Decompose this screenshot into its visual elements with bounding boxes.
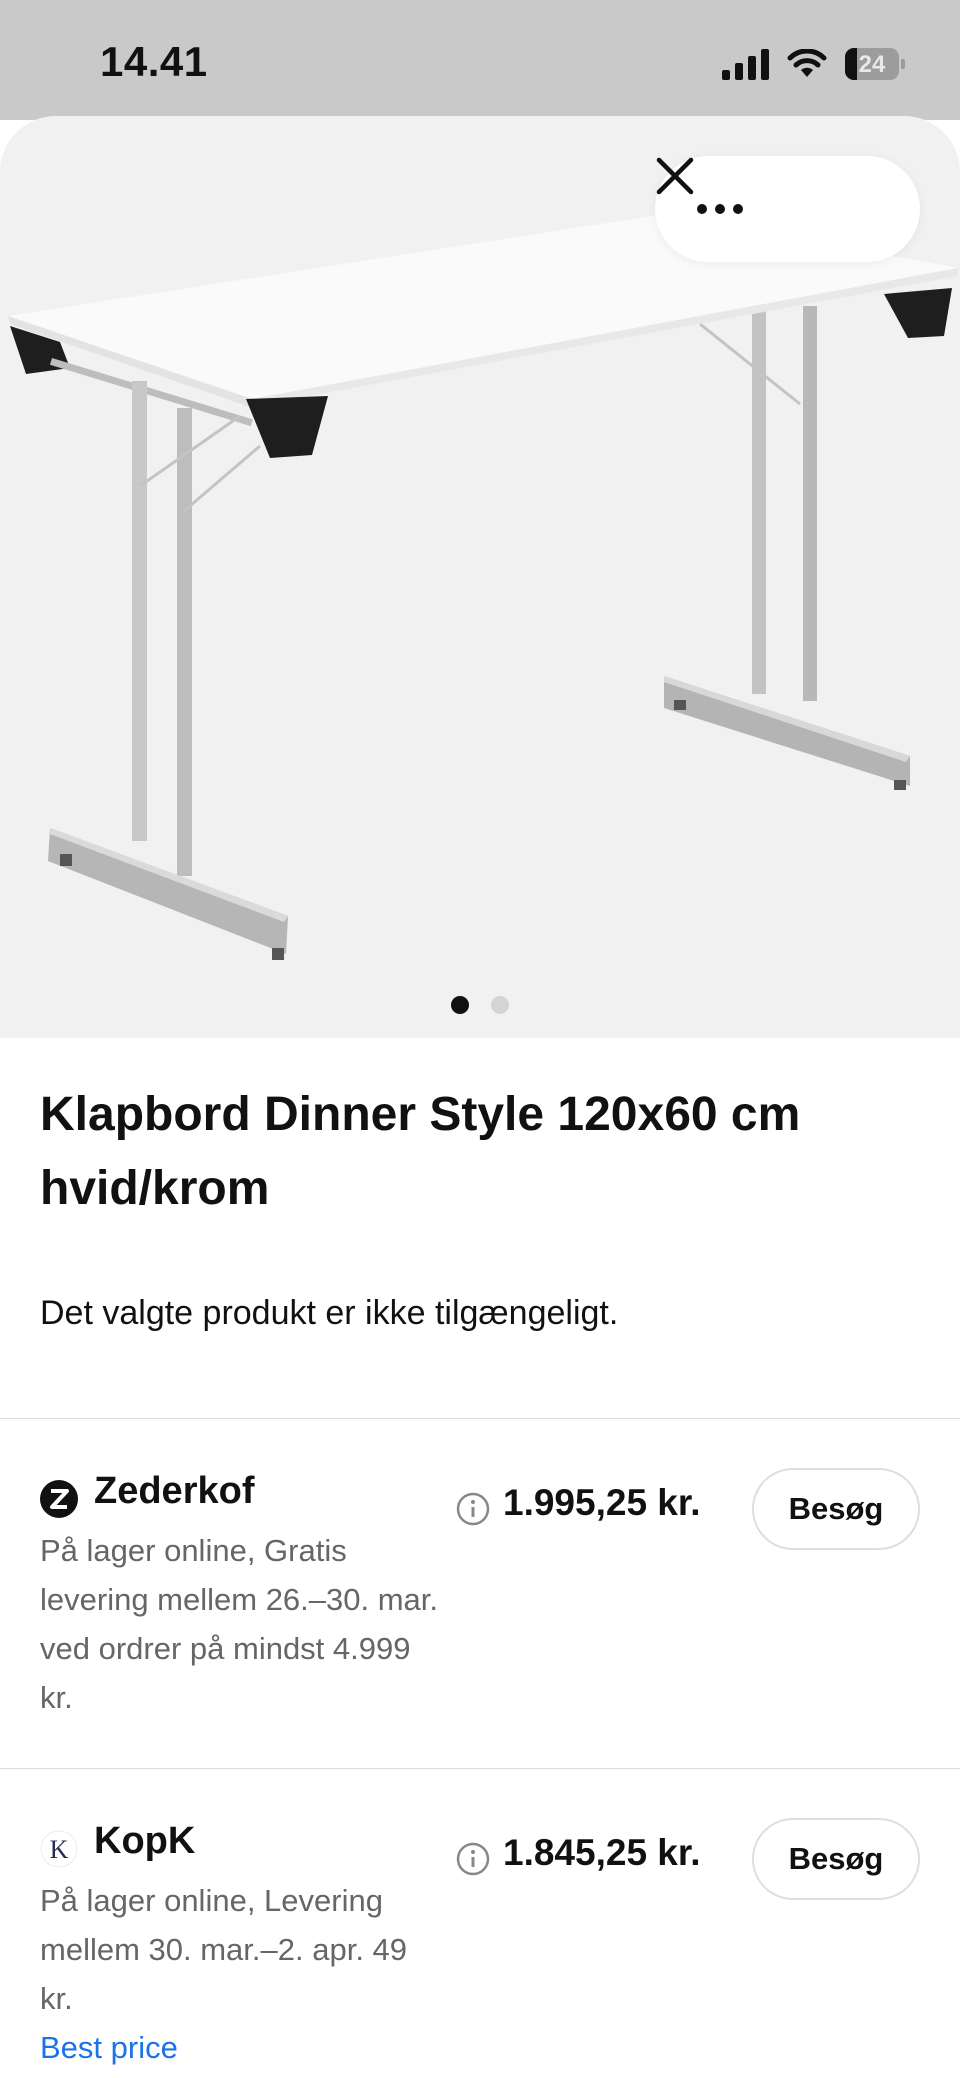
more-dot: [733, 204, 743, 214]
svg-text:K: K: [50, 1835, 69, 1864]
status-icons: 24: [722, 44, 905, 84]
info-icon[interactable]: [456, 1842, 490, 1876]
wifi-icon: [787, 49, 827, 77]
offer-row: Zederkof På lager online, Gratis leverin…: [0, 1468, 960, 1715]
store-logo-zederkof: [40, 1480, 78, 1518]
availability-notice: Det valgte produkt er ikke tilgængeligt.: [40, 1294, 619, 1332]
close-button[interactable]: [656, 156, 915, 262]
product-title: Klapbord Dinner Style 120x60 cm hvid/kro…: [40, 1088, 801, 1215]
image-actions-pill: [655, 156, 920, 262]
more-dot: [697, 204, 707, 214]
close-icon: [656, 157, 694, 195]
store-name[interactable]: Zederkof: [94, 1470, 254, 1513]
visit-store-button[interactable]: Besøg: [752, 1818, 920, 1900]
battery-level: 24: [858, 51, 886, 78]
divider: [0, 1768, 960, 1769]
battery-icon: 24: [845, 48, 905, 80]
store-name[interactable]: KopK: [94, 1820, 195, 1863]
divider: [0, 1418, 960, 1419]
product-sheet: Klapbord Dinner Style 120x60 cm hvid/kro…: [0, 116, 960, 2078]
info-icon[interactable]: [456, 1492, 490, 1526]
carousel-pagination: [0, 996, 960, 1014]
store-delivery-info: På lager online, Gratis levering mellem …: [40, 1533, 439, 1715]
best-price-badge: Best price: [40, 2030, 178, 2065]
store-logo-kopk: K: [40, 1830, 78, 1868]
store-delivery-info: På lager online, Levering mellem 30. mar…: [40, 1883, 408, 2016]
status-bar: 14.41 24: [0, 0, 960, 120]
cellular-signal-icon: [722, 48, 769, 80]
price: 1.845,25 kr.: [503, 1832, 701, 1873]
more-dot: [715, 204, 725, 214]
visit-store-button[interactable]: Besøg: [752, 1468, 920, 1550]
status-time: 14.41: [100, 38, 208, 85]
carousel-dot-active[interactable]: [451, 996, 469, 1014]
product-image-carousel[interactable]: [0, 116, 960, 1038]
carousel-dot[interactable]: [491, 996, 509, 1014]
offer-row: K KopK På lager online, Levering mellem …: [0, 1818, 960, 2078]
price: 1.995,25 kr.: [503, 1482, 701, 1523]
